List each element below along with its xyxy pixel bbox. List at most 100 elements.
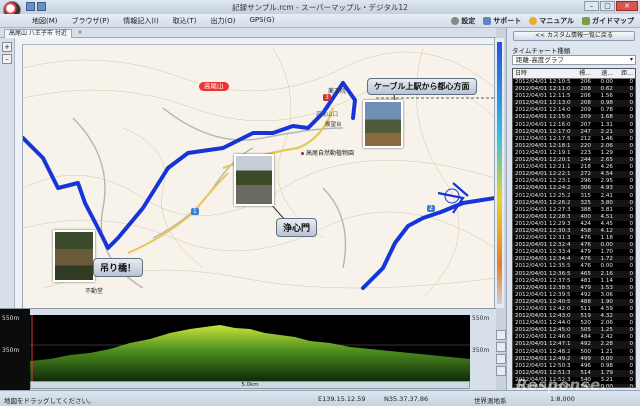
table-row[interactable]: 2012/04/01 12:39:57 492 3.06 0 xyxy=(513,292,635,299)
table-row[interactable]: 2012/04/01 12:50:30 496 0.98 0 xyxy=(513,363,635,370)
column-elevation[interactable]: 標... xyxy=(571,69,593,78)
column-speed[interactable]: 速... xyxy=(593,69,615,78)
table-row[interactable]: 2012/04/01 12:15:01 209 1.68 0 xyxy=(513,114,635,122)
cell-elevation: 520 xyxy=(580,320,591,327)
profile-mid-right-label: 350m xyxy=(472,347,490,354)
elevation-chart-svg xyxy=(30,315,470,381)
table-row[interactable]: 2012/04/01 12:49:27 499 0.00 0 xyxy=(513,355,635,363)
table-row[interactable]: 2012/04/01 12:46:08 484 2.42 0 xyxy=(513,334,635,341)
maximize-button[interactable]: □ xyxy=(600,1,615,11)
timechart-type-select[interactable]: 距離-高度グラフ ▾ xyxy=(512,55,636,65)
cell-speed: 1.18 xyxy=(600,235,613,242)
manual-menu[interactable]: マニュアル xyxy=(529,16,574,26)
menu-output[interactable]: 出力(O) xyxy=(210,16,235,26)
table-row[interactable]: 2012/04/01 12:38:55 479 1.53 0 xyxy=(513,284,635,292)
zoom-out-button[interactable]: – xyxy=(2,54,12,64)
table-row[interactable]: 2012/04/01 12:26:29 325 3.80 0 xyxy=(513,199,635,207)
profile-tool-button-3[interactable] xyxy=(496,354,506,364)
tab-map-location[interactable]: 高尾山 八王子市 付近 xyxy=(4,29,72,38)
map-canvas[interactable]: 高尾山 薬王院 高尾山口 展望台 不動堂 高尾自然動植物園 1 3 2 ケーブル… xyxy=(22,38,494,308)
profile-tool-button-1[interactable] xyxy=(496,330,506,340)
cell-distance: 0 xyxy=(629,227,633,234)
table-row[interactable]: 2012/04/01 12:43:03 519 4.32 0 xyxy=(513,313,635,321)
cell-distance: 0 xyxy=(629,121,633,128)
track-log-table[interactable]: 日時 標... 速... 距... 2012/04/01 12:10:56 206… xyxy=(512,68,636,388)
cell-distance: 0 xyxy=(629,362,633,369)
table-row[interactable]: 2012/04/01 12:10:56 206 0.00 0 xyxy=(513,79,635,86)
color-scale-bar xyxy=(497,42,502,304)
menu-right-group: 設定 サポート マニュアル ガイドマップ xyxy=(451,16,634,26)
table-row[interactable]: 2012/04/01 12:30:33 458 4.12 0 xyxy=(513,227,635,236)
table-row[interactable]: 2012/04/01 12:25:27 315 2.41 0 xyxy=(513,193,635,200)
cell-distance: 0 xyxy=(629,284,633,291)
cell-speed: 0.62 xyxy=(600,86,613,93)
tab-close-icon[interactable]: × xyxy=(76,29,84,37)
cell-datetime: 2012/04/01 12:37:54 xyxy=(515,277,571,284)
menu-map[interactable]: 地図(M) xyxy=(32,16,58,26)
cell-speed: 2.95 xyxy=(600,178,613,185)
table-row[interactable]: 2012/04/01 12:11:56 206 1.56 0 xyxy=(513,93,635,100)
menu-gps[interactable]: GPS(G) xyxy=(249,16,274,26)
minimize-button[interactable]: – xyxy=(584,1,599,11)
table-row[interactable]: 2012/04/01 12:24:24 306 4.93 0 xyxy=(513,185,635,193)
table-row[interactable]: 2012/04/01 12:21:14 218 4.26 0 xyxy=(513,164,635,171)
table-row[interactable]: 2012/04/01 12:17:58 212 1.46 0 xyxy=(513,136,635,143)
cell-datetime: 2012/04/01 12:28:31 xyxy=(515,213,571,220)
table-row[interactable]: 2012/04/01 12:23:16 296 2.95 0 xyxy=(513,178,635,185)
table-row[interactable]: 2012/04/01 12:32:40 476 0.00 0 xyxy=(513,242,635,250)
cell-elevation: 388 xyxy=(580,206,591,213)
table-row[interactable]: 2012/04/01 12:42:00 511 4.59 0 xyxy=(513,306,635,313)
callout-cable[interactable]: ケーブル上駅から都心方面 xyxy=(367,78,477,95)
menu-info-entry[interactable]: 情報記入(I) xyxy=(123,16,159,26)
table-row[interactable]: 2012/04/01 12:22:15 272 4.54 0 xyxy=(513,171,635,179)
poi-nature-park[interactable]: 高尾自然動植物園 xyxy=(301,148,354,157)
cell-elevation: 476 xyxy=(580,263,591,270)
table-row[interactable]: 2012/04/01 12:16:08 207 1.31 0 xyxy=(513,122,635,129)
table-row[interactable]: 2012/04/01 12:28:31 400 4.51 0 xyxy=(513,213,635,221)
table-row[interactable]: 2012/04/01 12:19:12 223 1.29 0 xyxy=(513,150,635,157)
profile-tool-button-2[interactable] xyxy=(496,342,506,352)
callout-gate[interactable]: 浄心門 xyxy=(276,218,318,237)
photo-gate[interactable] xyxy=(234,154,274,206)
cell-distance: 0 xyxy=(629,298,633,305)
table-row[interactable]: 2012/04/01 12:34:49 476 1.72 0 xyxy=(513,256,635,264)
menu-browser[interactable]: ブラウザ(P) xyxy=(72,16,110,26)
table-row[interactable]: 2012/04/01 12:35:52 476 0.00 0 xyxy=(513,263,635,270)
support-menu[interactable]: サポート xyxy=(483,16,521,26)
column-datetime[interactable]: 日時 xyxy=(513,69,571,78)
table-row[interactable]: 2012/04/01 12:37:54 481 1.14 0 xyxy=(513,278,635,285)
photo-bridge[interactable] xyxy=(53,230,95,282)
table-row[interactable]: 2012/04/01 12:47:10 492 2.28 0 xyxy=(513,341,635,349)
cell-speed: 1.31 xyxy=(600,121,613,128)
column-distance[interactable]: 距... xyxy=(615,69,635,78)
photo-cable-view[interactable] xyxy=(363,100,403,148)
table-row[interactable]: 2012/04/01 12:20:13 244 2.65 0 xyxy=(513,157,635,165)
cell-datetime: 2012/04/01 12:46:08 xyxy=(515,334,571,341)
table-row[interactable]: 2012/04/01 12:11:06 208 0.62 0 xyxy=(513,86,635,94)
callout-bridge[interactable]: 吊り橋！ xyxy=(93,258,144,277)
table-row[interactable]: 2012/04/01 12:17:09 247 2.21 0 xyxy=(513,128,635,136)
table-row[interactable]: 2012/04/01 12:48:25 500 1.21 0 xyxy=(513,349,635,356)
table-row[interactable]: 2012/04/01 12:31:38 476 1.18 0 xyxy=(513,235,635,242)
close-button[interactable]: ✕ xyxy=(616,1,638,11)
table-row[interactable]: 2012/04/01 12:18:11 220 2.06 0 xyxy=(513,142,635,150)
guide-map-menu[interactable]: ガイドマップ xyxy=(582,16,634,26)
table-row[interactable]: 2012/04/01 12:40:58 488 1.90 0 xyxy=(513,298,635,306)
table-row[interactable]: 2012/04/01 12:13:05 208 0.98 0 xyxy=(513,100,635,108)
table-row[interactable]: 2012/04/01 12:14:00 209 0.78 0 xyxy=(513,107,635,114)
cell-distance: 0 xyxy=(629,306,633,312)
table-row[interactable]: 2012/04/01 12:27:30 388 3.81 0 xyxy=(513,207,635,214)
table-row[interactable]: 2012/04/01 12:29:32 424 4.45 0 xyxy=(513,221,635,228)
summit-label[interactable]: 高尾山 xyxy=(199,82,229,91)
table-row[interactable]: 2012/04/01 12:36:53 465 2.16 0 xyxy=(513,270,635,278)
table-row[interactable]: 2012/04/01 12:44:05 520 2.06 0 xyxy=(513,320,635,327)
profile-tool-button-4[interactable] xyxy=(496,366,506,376)
table-row[interactable]: 2012/04/01 12:33:45 479 1.70 0 xyxy=(513,249,635,256)
poi-dot-icon xyxy=(301,152,304,155)
zoom-in-button[interactable]: + xyxy=(2,42,12,52)
settings-menu[interactable]: 設定 xyxy=(451,16,475,26)
table-row[interactable]: 2012/04/01 12:45:06 505 1.25 0 xyxy=(513,327,635,335)
menu-import[interactable]: 取込(T) xyxy=(173,16,197,26)
elevation-chart[interactable] xyxy=(30,315,470,387)
back-to-custom-info-button[interactable]: << カスタム情報一覧に戻る xyxy=(513,31,635,41)
